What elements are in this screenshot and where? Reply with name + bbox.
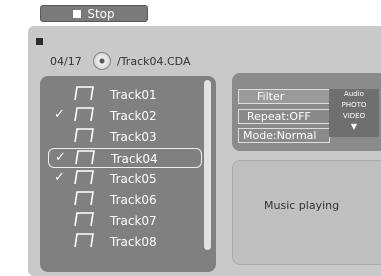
- music-note-icon: [74, 150, 96, 169]
- track-row[interactable]: Track08: [48, 232, 202, 252]
- filter-option-audio[interactable]: Audio: [329, 89, 379, 100]
- stop-button[interactable]: Stop: [40, 5, 148, 22]
- track-path: /Track04.CDA: [117, 55, 191, 68]
- music-note-icon: [73, 212, 95, 231]
- track-label: Track03: [110, 130, 157, 144]
- dropdown-arrow-icon[interactable]: ▼: [329, 122, 379, 131]
- track-row[interactable]: ✓ Track05: [48, 169, 202, 189]
- filter-option-photo[interactable]: PHOTO: [329, 100, 379, 111]
- stop-label: Stop: [87, 6, 115, 21]
- repeat-button[interactable]: Repeat:OFF: [238, 109, 330, 124]
- track-index: 04/17: [50, 55, 82, 68]
- track-label: Track04: [111, 152, 158, 166]
- stop-icon: [73, 9, 82, 18]
- track-label: Track05: [110, 172, 157, 186]
- filter-option-video[interactable]: VIDEO: [329, 111, 379, 122]
- track-label: Track02: [110, 109, 157, 123]
- music-note-icon: [73, 128, 95, 147]
- panel-marker-icon: [36, 38, 43, 45]
- check-icon: ✓: [54, 107, 65, 122]
- track-list-scrollbar[interactable]: [204, 80, 211, 250]
- disc-icon: [93, 52, 111, 70]
- status-text: Music playing: [264, 199, 340, 212]
- track-label: Track07: [110, 214, 157, 228]
- mode-button[interactable]: Mode:Normal: [238, 128, 330, 143]
- filter-dropdown[interactable]: Audio PHOTO VIDEO ▼: [329, 89, 379, 137]
- music-note-icon: [73, 233, 95, 252]
- track-row[interactable]: Track06: [48, 190, 202, 210]
- track-row[interactable]: Track03: [48, 127, 202, 147]
- track-row[interactable]: ✓ Track02: [48, 106, 202, 126]
- track-row-selected[interactable]: ✓ Track04: [48, 148, 202, 168]
- music-note-icon: [73, 170, 95, 189]
- music-note-icon: [73, 191, 95, 210]
- check-icon: ✓: [55, 150, 66, 165]
- filter-button[interactable]: Filter: [238, 89, 330, 104]
- track-row[interactable]: Track01: [48, 85, 202, 105]
- status-panel: [232, 160, 381, 265]
- music-note-icon: [73, 107, 95, 126]
- track-row[interactable]: Track07: [48, 211, 202, 231]
- track-label: Track08: [110, 235, 157, 249]
- music-note-icon: [73, 86, 95, 105]
- check-icon: ✓: [54, 170, 65, 185]
- track-label: Track01: [110, 88, 157, 102]
- track-label: Track06: [110, 193, 157, 207]
